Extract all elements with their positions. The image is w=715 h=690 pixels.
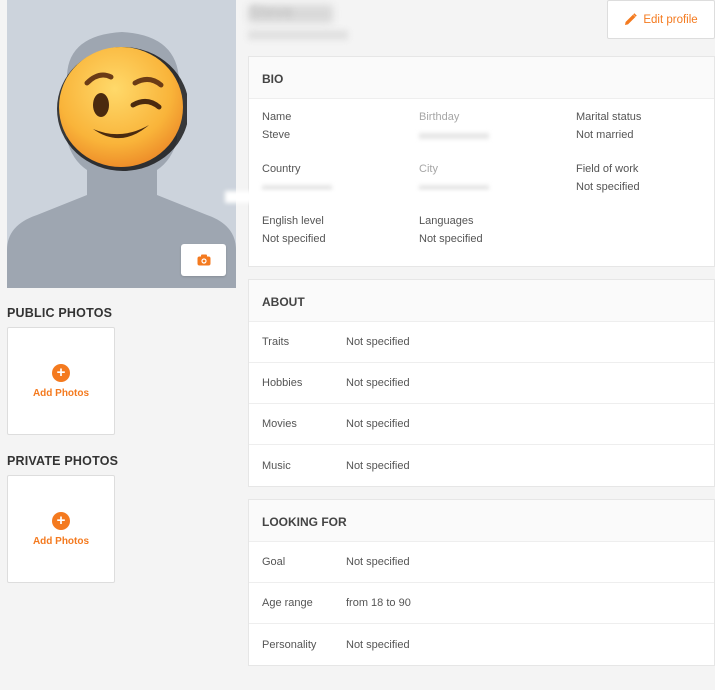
looking-for-card: LOOKING FOR Goal Not specified Age range…: [248, 499, 715, 666]
redaction-overlay: [225, 191, 530, 203]
field-value-redacted: [419, 129, 576, 144]
looking-for-title: LOOKING FOR: [249, 500, 714, 542]
field-label: English level: [262, 215, 324, 227]
row-value: Not specified: [346, 336, 410, 348]
add-photos-label: Add Photos: [32, 387, 90, 399]
field-label: City: [419, 163, 438, 175]
row-label: Personality: [262, 638, 317, 651]
looking-row-personality: Personality Not specified: [249, 624, 714, 665]
row-value: Not specified: [346, 459, 410, 472]
bio-title: BIO: [249, 57, 714, 99]
about-title: ABOUT: [249, 280, 714, 322]
wink-emoji-icon: [57, 47, 187, 171]
bio-grid: Name Steve Birthday Marital status Not m…: [249, 99, 714, 266]
row-value: Not specified: [346, 556, 410, 568]
row-value: Not specified: [346, 377, 410, 389]
row-value: Not specified: [346, 418, 410, 430]
profile-name-redacted: Steve: [250, 4, 293, 21]
plus-circle-icon: +: [52, 363, 70, 382]
row-label: Age range: [262, 597, 313, 609]
row-value: Not specified: [346, 638, 410, 651]
edit-profile-button[interactable]: Edit profile: [607, 0, 715, 39]
redacted-subtitle: [248, 30, 348, 40]
row-value: from 18 to 90: [346, 597, 411, 609]
about-card: ABOUT Traits Not specified Hobbies Not s…: [248, 279, 715, 487]
private-photos-label: PRIVATE PHOTOS: [7, 454, 119, 468]
row-label: Hobbies: [262, 377, 303, 389]
bio-field-languages: Languages Not specified: [419, 215, 576, 248]
about-row-movies: Movies Not specified: [249, 404, 714, 445]
public-photos-label: PUBLIC PHOTOS: [7, 306, 113, 320]
edit-profile-label: Edit profile: [643, 13, 698, 26]
bio-field-marital-status: Marital status Not married: [576, 111, 715, 144]
field-value: Steve: [262, 129, 291, 141]
field-label: Birthday: [419, 111, 460, 123]
field-label: Country: [262, 163, 301, 175]
add-photos-label: Add Photos: [32, 535, 90, 547]
about-row-traits: Traits Not specified: [249, 322, 714, 363]
field-label: Languages: [419, 215, 474, 227]
row-label: Goal: [262, 556, 286, 568]
camera-icon: [197, 254, 210, 266]
bio-field-field-of-work: Field of work Not specified: [576, 163, 715, 196]
field-value: Not specified: [262, 233, 326, 245]
looking-row-goal: Goal Not specified: [249, 542, 714, 583]
about-row-hobbies: Hobbies Not specified: [249, 363, 714, 404]
left-column: PUBLIC PHOTOS + Add Photos PRIVATE PHOTO…: [7, 0, 236, 583]
add-private-photos-button[interactable]: + Add Photos: [7, 475, 115, 583]
row-label: Traits: [262, 336, 290, 348]
field-label: Field of work: [576, 163, 639, 175]
profile-avatar[interactable]: [7, 0, 236, 288]
change-avatar-button[interactable]: [181, 244, 226, 276]
about-row-music: Music Not specified: [249, 445, 714, 486]
field-value: Not married: [576, 129, 634, 141]
field-value: Not specified: [419, 233, 483, 245]
plus-circle-icon: +: [52, 511, 70, 530]
bio-field-name: Name Steve: [262, 111, 419, 144]
looking-row-age-range: Age range from 18 to 90: [249, 583, 714, 624]
row-label: Music: [262, 459, 291, 472]
profile-header: Steve Edit profile: [248, 0, 715, 48]
row-label: Movies: [262, 418, 297, 430]
bio-field-birthday: Birthday: [419, 111, 576, 144]
field-label: Name: [262, 111, 292, 123]
bio-field-english-level: English level Not specified: [262, 215, 419, 248]
bio-card: BIO Name Steve Birthday Marital status N…: [248, 56, 715, 267]
field-label: Marital status: [576, 111, 642, 123]
pencil-icon: [625, 13, 638, 25]
field-value: Not specified: [576, 181, 640, 193]
add-public-photos-button[interactable]: + Add Photos: [7, 327, 115, 435]
right-column: Steve Edit profile BIO Name Steve Birthd…: [248, 0, 715, 666]
